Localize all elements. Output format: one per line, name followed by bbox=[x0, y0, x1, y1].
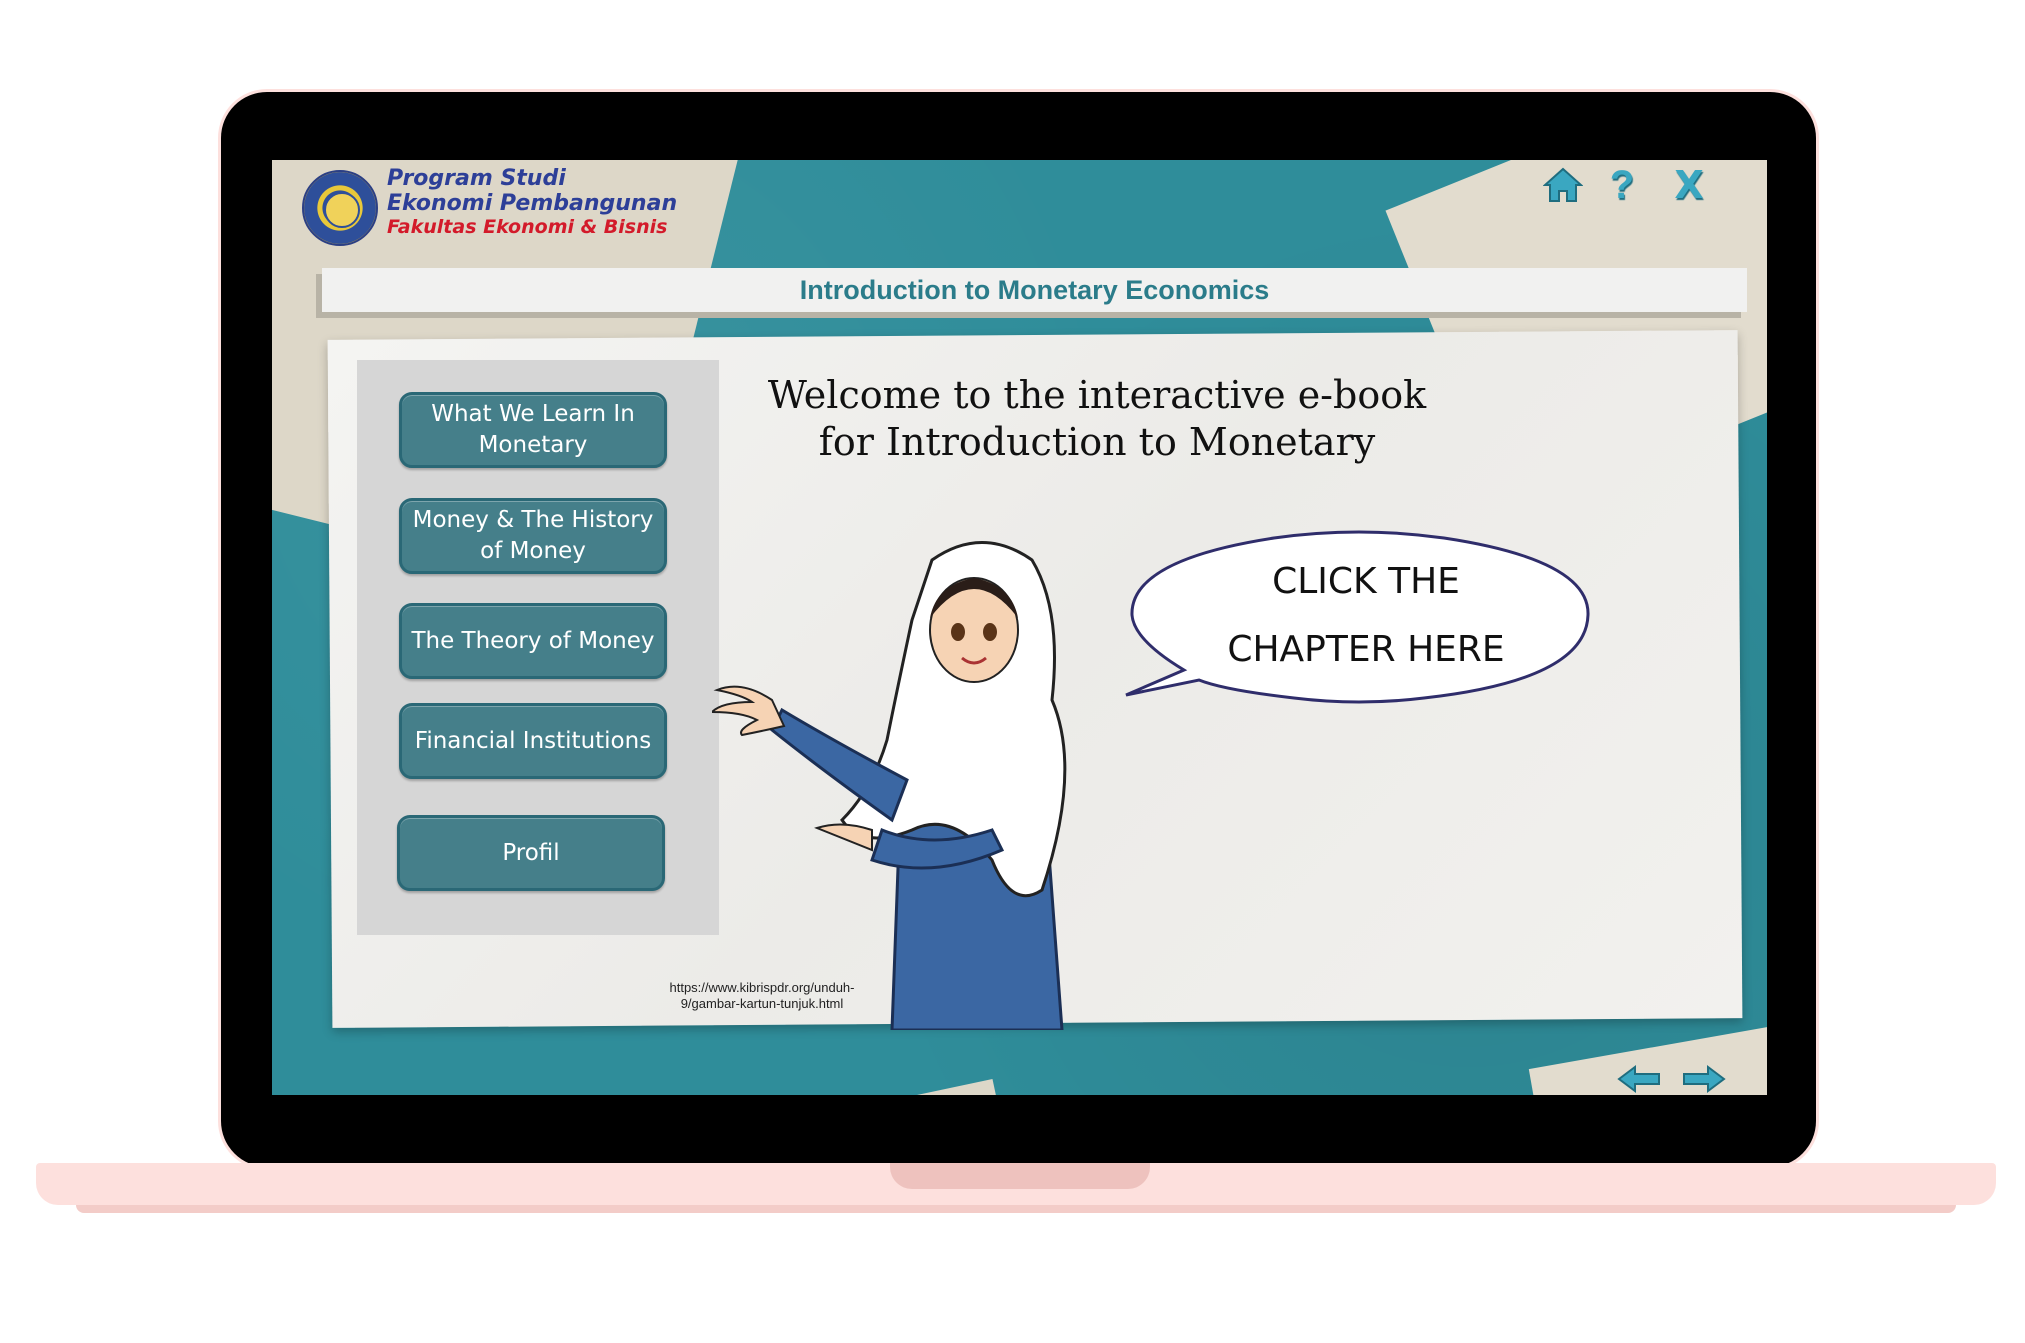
page-title: Introduction to Monetary Economics bbox=[799, 274, 1270, 305]
chapter-label: What We Learn In bbox=[431, 401, 635, 427]
chapter-button-financial-institutions[interactable]: Financial Institutions bbox=[399, 703, 667, 779]
chapter-button-profil[interactable]: Profil bbox=[397, 815, 665, 891]
brand-department: Ekonomi Pembangunan bbox=[387, 191, 678, 216]
chapter-label: The Theory of Money bbox=[411, 627, 655, 654]
credit-line: 9/gambar-kartun-tunjuk.html bbox=[680, 996, 844, 1011]
chapter-button-money-history[interactable]: Money & The History of Money bbox=[399, 498, 667, 574]
chapter-button-theory-of-money[interactable]: The Theory of Money bbox=[399, 603, 667, 679]
arrow-left-icon[interactable] bbox=[1617, 1065, 1661, 1093]
brand-faculty: Fakultas Ekonomi & Bisnis bbox=[387, 216, 668, 238]
home-icon[interactable] bbox=[1540, 160, 1586, 210]
chapter-label: Profil bbox=[502, 839, 560, 866]
brand-program: Program Studi bbox=[387, 166, 566, 191]
image-credit: https://www.kibrispdr.org/unduh- 9/gamba… bbox=[632, 980, 892, 1012]
laptop-base-shadow bbox=[76, 1205, 1956, 1213]
chapter-label: Monetary bbox=[478, 432, 588, 458]
laptop-notch bbox=[890, 1163, 1150, 1189]
help-icon[interactable]: ? bbox=[1602, 160, 1642, 210]
chapter-label: Money & The History bbox=[412, 507, 654, 533]
app-screen: Program Studi Ekonomi Pembangunan Fakult… bbox=[272, 160, 1767, 1095]
university-logo bbox=[302, 170, 378, 246]
speech-bubble-text: CLICK THE CHAPTER HERE bbox=[1130, 548, 1602, 684]
brand-text: Program Studi Ekonomi Pembangunan Fakult… bbox=[387, 166, 677, 239]
character-illustration bbox=[712, 541, 1067, 1030]
title-bar: Introduction to Monetary Economics bbox=[322, 268, 1747, 312]
bubble-line: CLICK THE bbox=[1272, 561, 1460, 602]
chapter-label: Financial Institutions bbox=[414, 727, 652, 754]
close-icon[interactable]: X bbox=[1667, 160, 1711, 210]
arrow-right-icon[interactable] bbox=[1682, 1065, 1726, 1093]
welcome-line: for Introduction to Monetary bbox=[818, 420, 1376, 464]
welcome-line: Welcome to the interactive e-book bbox=[767, 373, 1427, 417]
chapter-label: of Money bbox=[480, 538, 586, 564]
bubble-line: CHAPTER HERE bbox=[1227, 629, 1505, 670]
chapter-button-what-we-learn[interactable]: What We Learn In Monetary bbox=[399, 392, 667, 468]
welcome-message: Welcome to the interactive e-book for In… bbox=[712, 372, 1482, 466]
credit-line: https://www.kibrispdr.org/unduh- bbox=[669, 980, 855, 995]
